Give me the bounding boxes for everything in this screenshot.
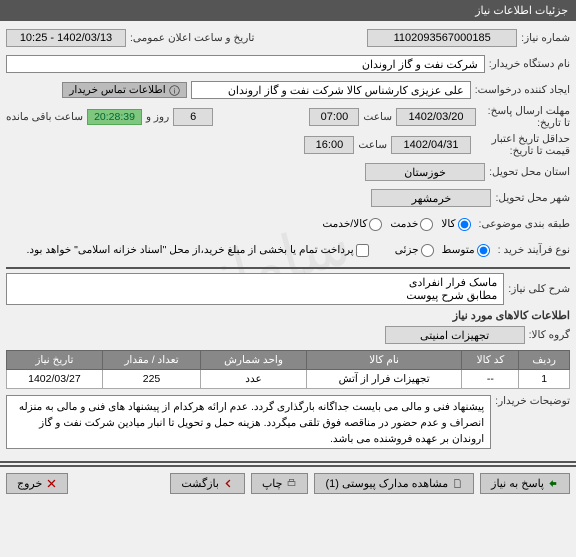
proc-medium-radio[interactable]: متوسط (442, 244, 490, 257)
resp-date-value: 1402/03/20 (396, 108, 476, 126)
print-button[interactable]: چاپ (251, 473, 309, 494)
proc-partial-radio[interactable]: جزئی (395, 244, 434, 257)
province-label: استان محل تحویل: (489, 166, 570, 178)
buyer-desc-value[interactable]: پیشنهاد فنی و مالی می بایست جداگانه بارگ… (6, 395, 491, 449)
reply-button[interactable]: پاسخ به نیاز (480, 473, 570, 494)
request-no-value: 1102093567000185 (367, 29, 517, 47)
city-value: خرمشهر (371, 189, 491, 207)
city-label: شهر محل تحویل: (495, 192, 570, 204)
cell-date: 1402/03/27 (7, 370, 103, 389)
category-label: طبقه بندی موضوعی: (479, 218, 570, 230)
items-table: ردیف کد کالا نام کالا واحد شمارش تعداد /… (6, 350, 570, 389)
bottom-bar: پاسخ به نیاز مشاهده مدارک پیوستی (1) چاپ… (0, 465, 576, 500)
th-code: کد کالا (462, 351, 519, 370)
reply-icon (548, 478, 559, 489)
province-value: خوزستان (365, 163, 485, 181)
goods-group-label: گروه کالا: (529, 329, 570, 341)
divider-1 (6, 267, 570, 269)
items-section-title: اطلاعات کالاهای مورد نیاز (6, 309, 570, 322)
announce-dt-value: 1402/03/13 - 10:25 (6, 29, 126, 47)
days-label: روز و (146, 111, 169, 123)
time-label-1: ساعت (363, 111, 392, 123)
divider-2 (0, 461, 576, 463)
cat-service-radio[interactable]: خدمت (390, 218, 433, 231)
request-no-label: شماره نیاز: (521, 32, 570, 44)
attachment-icon (452, 478, 463, 489)
need-title-value: ماسک فرار انفرادی مطابق شرح پیوست (6, 273, 504, 305)
need-title-label: شرح کلی نیاز: (508, 283, 570, 295)
th-qty: تعداد / مقدار (102, 351, 200, 370)
requester-label: ایجاد کننده درخواست: (475, 84, 570, 96)
form-area: شماره نیاز: 1102093567000185 تاریخ و ساع… (0, 21, 576, 459)
cell-row: 1 (519, 370, 570, 389)
cat-goods-radio[interactable]: کالا (441, 218, 470, 231)
contact-info-button[interactable]: i اطلاعات تماس خریدار (62, 82, 186, 98)
buyer-desc-label: توضیحات خریدار: (495, 395, 570, 407)
goods-group-value: تجهیزات امنیتی (385, 326, 525, 344)
th-date: تاریخ نیاز (7, 351, 103, 370)
days-remaining-value: 6 (173, 108, 213, 126)
th-row: ردیف (519, 351, 570, 370)
back-icon (223, 478, 234, 489)
price-valid-time: 16:00 (304, 136, 354, 154)
price-valid-label: حداقل تاریخ اعتبار قیمت تا تاریخ: (475, 133, 570, 157)
info-icon: i (169, 85, 180, 96)
exit-icon (46, 478, 57, 489)
back-button[interactable]: بازگشت (170, 473, 245, 494)
svg-text:i: i (173, 86, 175, 95)
requester-value: علی عزیزی کارشناس کالا شرکت نفت و گاز ار… (191, 81, 471, 99)
announce-dt-label: تاریخ و ساعت اعلان عمومی: (130, 32, 254, 44)
payment-note-check[interactable]: پرداخت تمام یا بخشی از مبلغ خرید،از محل … (27, 244, 369, 257)
contact-info-label: اطلاعات تماس خریدار (69, 84, 165, 96)
attachments-button[interactable]: مشاهده مدارک پیوستی (1) (314, 473, 474, 494)
resp-deadline-label: مهلت ارسال پاسخ: تا تاریخ: (480, 105, 570, 129)
price-valid-date: 1402/04/31 (391, 136, 471, 154)
resp-time-value: 07:00 (309, 108, 359, 126)
process-label: نوع فرآیند خرید : (498, 244, 570, 256)
exit-button[interactable]: خروج (6, 473, 68, 494)
buyer-org-label: نام دستگاه خریدار: (489, 58, 570, 70)
th-name: نام کالا (306, 351, 462, 370)
countdown-label: ساعت باقی مانده (6, 111, 83, 123)
cell-code: -- (462, 370, 519, 389)
table-row[interactable]: 1--تجهیزات فرار از آتشعدد2251402/03/27 (7, 370, 570, 389)
th-unit: واحد شمارش (201, 351, 307, 370)
cell-name: تجهیزات فرار از آتش (306, 370, 462, 389)
buyer-org-value: شرکت نفت و گاز اروندان (6, 55, 485, 73)
cat-goods-service-radio[interactable]: کالا/خدمت (322, 218, 382, 231)
cell-qty: 225 (102, 370, 200, 389)
countdown-value: 20:28:39 (87, 109, 142, 125)
time-label-2: ساعت (358, 139, 387, 151)
print-icon (286, 478, 297, 489)
cell-unit: عدد (201, 370, 307, 389)
window-titlebar: جزئیات اطلاعات نیاز (0, 0, 576, 21)
